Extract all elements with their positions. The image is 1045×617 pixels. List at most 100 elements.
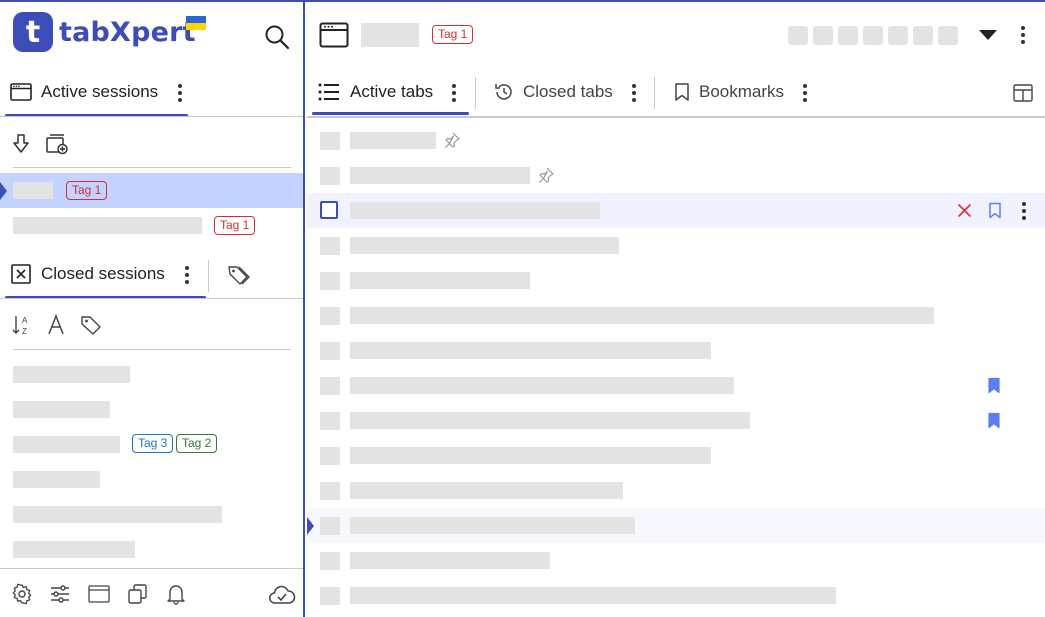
session-name-placeholder [13,366,130,383]
session-tag[interactable]: Tag 1 [214,216,256,235]
tab-row[interactable] [307,368,1045,403]
window-icon [88,585,110,603]
bookmark-filled-icon[interactable] [987,377,1001,394]
divider [0,568,303,569]
search-button[interactable] [263,23,291,51]
tab-title-placeholder [350,377,734,394]
session-name-placeholder [13,217,202,234]
new-window-icon [46,134,68,155]
bookmark-outline-icon[interactable] [988,202,1002,219]
filter-tags-button[interactable] [79,313,103,337]
header-menu-button[interactable] [1015,24,1031,46]
tag-icon [81,316,101,335]
window-thumb[interactable] [863,26,883,45]
import-button[interactable] [11,133,31,155]
current-tab-indicator [307,517,314,535]
tab-title-placeholder [350,587,836,604]
font-icon [48,314,64,335]
active-sessions-menu-button[interactable] [172,82,188,104]
tab-row-hovered[interactable] [307,193,1045,228]
duplicate-button[interactable] [126,583,150,605]
session-name-placeholder [13,506,222,523]
tab-bookmarks[interactable]: Bookmarks [674,80,784,104]
tab-row[interactable] [307,438,1045,473]
kebab-icon [1022,202,1026,220]
closed-session-item[interactable] [0,357,303,392]
tab-row[interactable] [307,298,1045,333]
tab-row[interactable] [307,158,1045,193]
tab-active-sessions[interactable]: Active sessions [10,80,158,104]
divider [13,349,291,350]
bookmark-filled-icon[interactable] [987,412,1001,429]
window-thumb[interactable] [913,26,933,45]
sync-button[interactable] [268,583,296,607]
active-tabs-menu-button[interactable] [446,82,462,104]
tab-title-placeholder [350,412,750,429]
closed-session-item[interactable]: Tag 3 Tag 2 [0,427,303,462]
window-name-placeholder [361,23,419,47]
settings-button[interactable] [11,583,33,605]
notifications-button[interactable] [165,583,187,605]
browser-window-icon [10,83,32,101]
preferences-button[interactable] [49,583,71,605]
tags-button[interactable] [227,263,253,287]
close-icon[interactable] [957,203,972,218]
window-thumb[interactable] [788,26,808,45]
window-thumb[interactable] [813,26,833,45]
tab-row-current[interactable] [307,508,1045,543]
tab-title-placeholder [350,167,530,184]
bookmarks-menu-button[interactable] [797,82,813,104]
session-tag[interactable]: Tag 1 [66,181,108,200]
bookmarks-label: Bookmarks [699,82,785,101]
tab-title-placeholder [350,447,711,464]
sort-az-icon: AZ [12,316,28,336]
window-thumb[interactable] [888,26,908,45]
favicon-placeholder [320,412,340,430]
new-session-button[interactable] [44,132,70,156]
tab-row-menu-button[interactable] [1016,200,1032,222]
layout-toggle-button[interactable] [1012,82,1034,104]
windows-dropdown-button[interactable] [977,28,999,42]
session-tag[interactable]: Tag 3 [132,434,174,453]
tab-row[interactable] [307,578,1045,613]
font-button[interactable] [45,313,67,337]
session-tag[interactable]: Tag 2 [176,434,218,453]
settings-icon [12,583,32,605]
close-box-icon [11,264,31,284]
sliders-icon [51,585,69,603]
tab-row[interactable] [307,403,1045,438]
tab-row[interactable] [307,543,1045,578]
tab-row[interactable] [307,228,1045,263]
closed-session-item[interactable] [0,497,303,532]
kebab-icon [1021,26,1025,44]
closed-session-item[interactable] [0,462,303,497]
favicon-placeholder [320,237,340,255]
window-thumb[interactable] [938,26,958,45]
window-thumb[interactable] [838,26,858,45]
kebab-icon [632,84,636,102]
tab-row[interactable] [307,123,1045,158]
bell-icon [167,585,185,605]
closed-tabs-menu-button[interactable] [626,82,642,104]
tab-row[interactable] [307,473,1045,508]
window-button[interactable] [87,583,111,605]
closed-session-item[interactable] [0,392,303,427]
tab-row[interactable] [307,333,1045,368]
sort-button[interactable]: AZ [11,313,33,337]
window-tag[interactable]: Tag 1 [432,25,474,44]
tab-closed-tabs[interactable]: Closed tabs [494,80,613,104]
pin-icon[interactable] [444,132,460,148]
active-session-item-selected[interactable]: Tag 1 [0,173,303,208]
active-tab-indicator [312,112,469,115]
select-checkbox[interactable] [320,201,338,219]
closed-session-item[interactable] [0,532,303,567]
closed-sessions-menu-button[interactable] [179,264,195,286]
tab-closed-sessions[interactable]: Closed sessions [11,262,165,286]
active-session-item[interactable]: Tag 1 [0,208,303,243]
tab-active-tabs[interactable]: Active tabs [318,80,433,104]
window-selector-button[interactable] [319,22,349,48]
pin-icon[interactable] [538,167,554,183]
tab-row[interactable] [307,263,1045,298]
history-icon [495,84,512,100]
tab-title-placeholder [350,517,635,534]
